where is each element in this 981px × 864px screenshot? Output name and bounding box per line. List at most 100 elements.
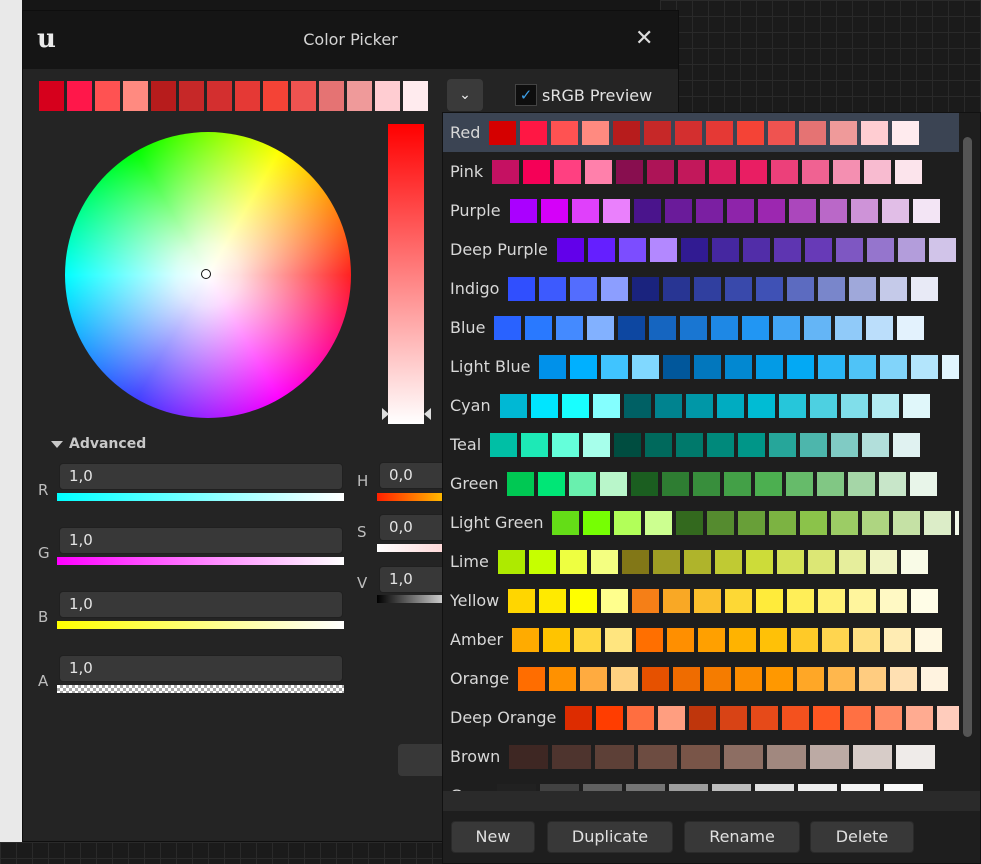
palette-color-swatch[interactable] — [497, 549, 525, 574]
palette-color-swatch[interactable] — [787, 276, 815, 301]
palette-color-swatch[interactable] — [786, 471, 814, 496]
palette-color-swatch[interactable] — [822, 627, 850, 652]
palette-color-swatch[interactable] — [525, 315, 553, 340]
palette-color-swatch[interactable] — [595, 744, 635, 769]
palette-color-swatch[interactable] — [725, 276, 753, 301]
palette-color-swatch[interactable] — [694, 588, 722, 613]
palette-row[interactable]: Indigo — [443, 269, 959, 308]
palette-color-swatch[interactable] — [828, 666, 856, 691]
a-channel-slider[interactable] — [57, 685, 344, 693]
palette-color-swatch[interactable] — [835, 237, 863, 262]
palette-row[interactable]: Purple — [443, 191, 959, 230]
palette-color-swatch[interactable] — [757, 198, 785, 223]
palette-color-swatch[interactable] — [611, 666, 639, 691]
palette-color-swatch[interactable] — [556, 315, 584, 340]
palette-color-swatch[interactable] — [570, 276, 598, 301]
palette-color-swatch[interactable] — [788, 198, 816, 223]
palette-color-swatch[interactable] — [695, 198, 723, 223]
palette-color-swatch[interactable] — [767, 744, 807, 769]
palette-color-swatch[interactable] — [676, 510, 704, 535]
palette-color-swatch[interactable] — [724, 471, 752, 496]
palette-color-swatch[interactable] — [911, 354, 939, 379]
palette-color-swatch[interactable] — [570, 588, 598, 613]
palette-color-swatch[interactable] — [819, 198, 847, 223]
palette-color-swatch[interactable] — [540, 198, 568, 223]
palette-color-swatch[interactable] — [738, 432, 766, 457]
palette-color-swatch[interactable] — [631, 471, 659, 496]
palette-color-swatch[interactable] — [955, 510, 959, 535]
palette-color-swatch[interactable] — [499, 393, 527, 418]
palette-color-swatch[interactable] — [489, 120, 517, 145]
title-bar[interactable]: u Color Picker ✕ — [23, 11, 678, 69]
palette-color-swatch[interactable] — [649, 237, 677, 262]
palette-color-swatch[interactable] — [627, 705, 655, 730]
palette-color-swatch[interactable] — [707, 432, 735, 457]
palette-color-swatch[interactable] — [636, 627, 664, 652]
palette-color-swatch[interactable] — [747, 393, 775, 418]
palette-color-swatch[interactable] — [818, 354, 846, 379]
palette-row[interactable]: Amber — [443, 620, 959, 659]
palette-color-swatch[interactable] — [662, 471, 690, 496]
palette-color-swatch[interactable] — [618, 237, 646, 262]
palette-color-swatch[interactable] — [778, 393, 806, 418]
recent-color-swatch[interactable] — [67, 81, 92, 111]
palette-color-swatch[interactable] — [520, 120, 548, 145]
palette-row[interactable]: Red — [443, 113, 959, 152]
palette-color-swatch[interactable] — [745, 549, 773, 574]
palette-color-swatch[interactable] — [849, 354, 877, 379]
palette-list-scrollbar[interactable] — [963, 137, 972, 737]
palette-color-swatch[interactable] — [880, 354, 908, 379]
palette-color-swatch[interactable] — [760, 627, 788, 652]
palette-color-swatch[interactable] — [539, 354, 567, 379]
palette-color-swatch[interactable] — [879, 471, 907, 496]
palette-color-swatch[interactable] — [776, 549, 804, 574]
palette-color-swatch[interactable] — [605, 627, 633, 652]
recent-color-swatch[interactable] — [403, 81, 428, 111]
palette-color-swatch[interactable] — [840, 393, 868, 418]
palette-color-swatch[interactable] — [565, 705, 593, 730]
b-channel-slider[interactable] — [57, 621, 344, 629]
palette-row[interactable]: Lime — [443, 542, 959, 581]
palette-color-swatch[interactable] — [571, 198, 599, 223]
palette-color-swatch[interactable] — [831, 510, 859, 535]
palette-color-swatch[interactable] — [580, 666, 608, 691]
recent-color-swatch[interactable] — [291, 81, 316, 111]
palette-color-swatch[interactable] — [864, 159, 892, 184]
palette-color-swatch[interactable] — [632, 354, 660, 379]
palette-color-swatch[interactable] — [676, 432, 704, 457]
palette-color-swatch[interactable] — [742, 237, 770, 262]
palette-list-horizontal-scrollbar[interactable] — [443, 791, 980, 811]
recent-color-swatch[interactable] — [95, 81, 120, 111]
recent-color-swatch[interactable] — [375, 81, 400, 111]
palette-color-swatch[interactable] — [802, 159, 830, 184]
palette-color-swatch[interactable] — [769, 510, 797, 535]
palette-color-swatch[interactable] — [667, 627, 695, 652]
palette-color-swatch[interactable] — [880, 588, 908, 613]
palette-color-swatch[interactable] — [613, 120, 641, 145]
palette-color-swatch[interactable] — [892, 120, 920, 145]
palette-color-swatch[interactable] — [552, 744, 592, 769]
palette-color-swatch[interactable] — [618, 315, 646, 340]
close-icon[interactable]: ✕ — [635, 26, 653, 51]
palette-color-swatch[interactable] — [663, 354, 691, 379]
recent-color-swatch[interactable] — [235, 81, 260, 111]
palette-color-swatch[interactable] — [740, 159, 768, 184]
palette-color-swatch[interactable] — [861, 120, 889, 145]
palette-color-swatch[interactable] — [862, 510, 890, 535]
palette-color-swatch[interactable] — [818, 276, 846, 301]
palette-row[interactable]: Pink — [443, 152, 959, 191]
palette-color-swatch[interactable] — [623, 393, 651, 418]
palette-color-swatch[interactable] — [817, 471, 845, 496]
palette-color-swatch[interactable] — [850, 198, 878, 223]
palette-color-swatch[interactable] — [838, 549, 866, 574]
new-palette-button[interactable]: New — [451, 821, 535, 853]
palette-color-swatch[interactable] — [809, 393, 837, 418]
palette-color-swatch[interactable] — [787, 588, 815, 613]
palette-color-swatch[interactable] — [711, 315, 739, 340]
palette-dropdown-button[interactable]: ⌄ — [447, 79, 483, 111]
recent-color-swatch[interactable] — [123, 81, 148, 111]
color-wheel-cursor[interactable] — [201, 269, 211, 279]
palette-color-swatch[interactable] — [654, 393, 682, 418]
advanced-section-toggle[interactable]: Advanced — [51, 436, 146, 452]
palette-color-swatch[interactable] — [897, 315, 925, 340]
